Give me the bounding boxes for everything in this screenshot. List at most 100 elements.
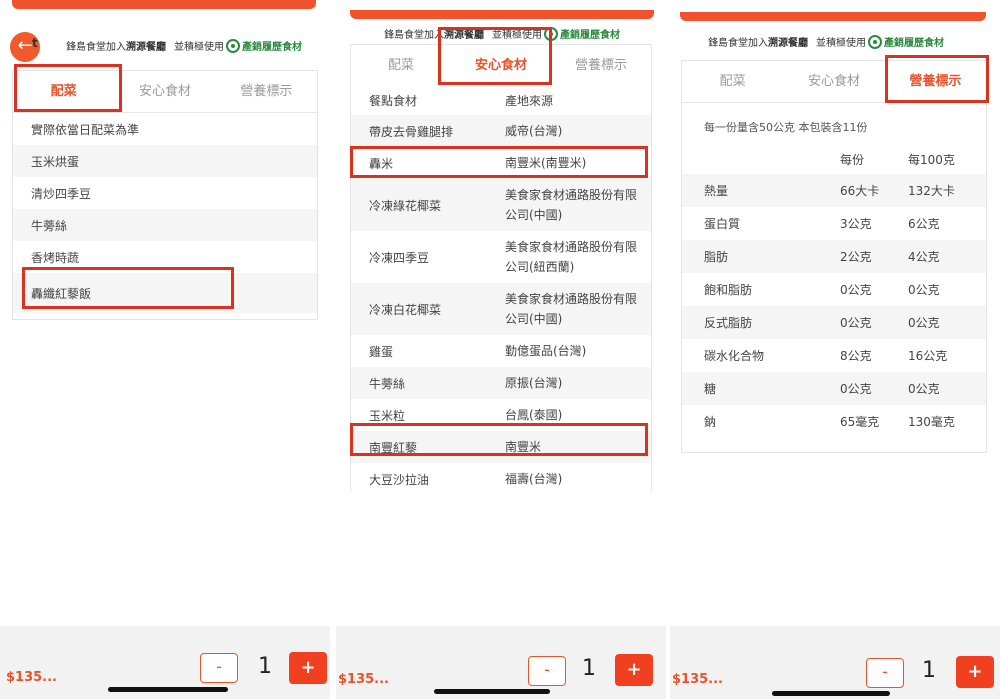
brand-leaf-icon [868, 34, 882, 49]
table-header-row: 餐點食材 產地來源 [351, 85, 651, 115]
nutrient-name: 飽和脂肪 [704, 283, 753, 297]
per-serving-value: 65毫克 [840, 415, 880, 429]
table-row: 鈉 65毫克 130毫克 [682, 405, 986, 438]
tab-sides[interactable]: 配菜 [682, 61, 783, 102]
ingredient-origin: 台鳳(泰國) [505, 408, 563, 422]
ingredient-origin: 福壽(台灣) [505, 472, 563, 486]
order-bar: $135... - 1 + [0, 626, 330, 699]
ingredient-name: 雞蛋 [369, 344, 394, 359]
tab-sides[interactable]: 配菜 [351, 45, 451, 86]
tab-nutrition[interactable]: 營養標示 [216, 71, 317, 112]
ingredient-name: 冷凍四季豆 [369, 250, 430, 265]
home-indicator [772, 691, 890, 696]
price-label: $135... [338, 672, 389, 687]
per-serving-value: 0公克 [840, 283, 872, 297]
traceability-banner: 鋒島食堂加入 溯源餐廳 並積極使用 產銷履歷食材 [66, 38, 302, 53]
table-row: 雞蛋 勤億蛋品(台灣) [351, 335, 651, 367]
table-row: 碳水化合物 8公克 16公克 [682, 339, 986, 372]
table-row: 帶皮去骨雞腿排 威帝(台灣) [351, 115, 651, 147]
panel-sides: ← t 鋒島食堂加入 溯源餐廳 並積極使用 產銷履歷食材 配菜 安心食材 營養標示… [0, 0, 332, 699]
ingredient-name: 帶皮去骨雞腿排 [369, 124, 454, 139]
nutrient-name: 脂肪 [704, 250, 729, 264]
per-serving-value: 66大卡 [840, 184, 880, 198]
nutrient-name: 糖 [704, 382, 717, 396]
serving-note: 每一份量含50公克 本包裝含11份 [704, 121, 868, 134]
per-serving-value: 2公克 [840, 250, 872, 264]
nutrient-name: 蛋白質 [704, 217, 741, 231]
per-serving-value: 0公克 [840, 382, 872, 396]
highlight-row-box [350, 146, 648, 178]
nutrient-name: 碳水化合物 [704, 349, 765, 363]
highlight-tab-box [438, 27, 552, 85]
decrease-button[interactable]: - [866, 658, 904, 688]
per-100g-value: 6公克 [908, 217, 940, 231]
table-row: 冷凍綠花椰菜 美食家食材通路股份有限公司(中國) [351, 179, 651, 231]
table-row: 冷凍白花椰菜 美食家食材通路股份有限公司(中國) [351, 283, 651, 335]
order-bar: $135... - 1 + [670, 626, 1000, 699]
banner-prefix: 鋒島食堂加入 [66, 42, 126, 53]
table-row: 冷凍四季豆 美食家食材通路股份有限公司(紐西蘭) [351, 231, 651, 283]
brand-name: 產銷履歷食材 [560, 30, 620, 41]
decrease-button[interactable]: - [200, 653, 238, 683]
ingredient-origin: 勤億蛋品(台灣) [505, 344, 587, 358]
ingredient-name: 冷凍白花椰菜 [369, 302, 442, 317]
ingredient-origin: 美食家食材通路股份有限公司(中國) [505, 188, 638, 222]
list-item: 清炒四季豆 [31, 186, 92, 201]
table-row: 蛋白質 3公克 6公克 [682, 207, 986, 240]
panel-nutrition: 鋒島食堂加入 溯源餐廳 並積極使用 產銷履歷食材 配菜 安心食材 營養標示 每一份… [668, 0, 1000, 699]
per-100g-value: 4公克 [908, 250, 940, 264]
per-100g-value: 0公克 [908, 316, 940, 330]
home-indicator [108, 687, 228, 692]
highlight-tab-box [885, 55, 989, 103]
header-fragment: t [32, 36, 38, 50]
order-bar: $135... - 1 + [336, 626, 666, 699]
banner-mid: 並積極使用 [816, 38, 866, 49]
increase-button[interactable]: + [615, 654, 653, 686]
top-accent-bar [12, 0, 316, 9]
decrease-button[interactable]: - [528, 656, 566, 686]
highlight-row-box [350, 423, 648, 456]
table-row: 大豆沙拉油 福壽(台灣) [351, 463, 651, 495]
quantity-value: 1 [582, 656, 596, 681]
ingredient-name: 大豆沙拉油 [369, 472, 430, 487]
per-100g-value: 132大卡 [908, 184, 955, 198]
top-accent-bar [350, 10, 654, 19]
ingredient-origin: 威帝(台灣) [505, 124, 563, 138]
ingredient-origin: 美食家食材通路股份有限公司(紐西蘭) [505, 240, 638, 274]
banner-mid: 並積極使用 [174, 42, 224, 53]
nutrient-name: 反式脂肪 [704, 316, 753, 330]
ingredient-name: 牛蒡絲 [369, 376, 406, 391]
price-label: $135... [672, 672, 723, 687]
per-100g-value: 16公克 [908, 349, 948, 363]
tab-ingredients[interactable]: 安心食材 [783, 61, 884, 102]
table-row: 熱量 66大卡 132大卡 [682, 174, 986, 207]
per-100g-value: 130毫克 [908, 415, 955, 429]
col-per-100g: 每100克 [908, 153, 955, 167]
brand-logo: 產銷履歷食材 [226, 38, 302, 53]
per-serving-value: 8公克 [840, 349, 872, 363]
per-serving-value: 0公克 [840, 316, 872, 330]
brand-leaf-icon [226, 38, 240, 53]
highlight-row-box [22, 267, 234, 309]
highlight-tab-box [14, 64, 122, 112]
brand-logo: 產銷履歷食材 [868, 34, 944, 49]
quantity-value: 1 [258, 654, 272, 679]
increase-button[interactable]: + [289, 652, 327, 684]
per-serving-value: 3公克 [840, 217, 872, 231]
nutrient-name: 鈉 [704, 415, 717, 429]
top-accent-bar [680, 12, 986, 21]
brand-name: 產銷履歷食材 [884, 38, 944, 49]
banner-bold: 溯源餐廳 [126, 42, 166, 53]
per-100g-value: 0公克 [908, 283, 940, 297]
quantity-value: 1 [922, 658, 936, 683]
traceability-banner: 鋒島食堂加入 溯源餐廳 並積極使用 產銷履歷食材 [708, 34, 944, 49]
price-label: $135... [6, 670, 57, 685]
header-item: 餐點食材 [369, 93, 418, 108]
header-origin: 產地來源 [505, 93, 554, 108]
tab-ingredients[interactable]: 安心食材 [114, 71, 215, 112]
increase-button[interactable]: + [956, 656, 994, 688]
table-row: 飽和脂肪 0公克 0公克 [682, 273, 986, 306]
tab-nutrition[interactable]: 營養標示 [551, 45, 651, 86]
table-row: 牛蒡絲 原振(台灣) [351, 367, 651, 399]
ingredient-origin: 原振(台灣) [505, 376, 563, 390]
